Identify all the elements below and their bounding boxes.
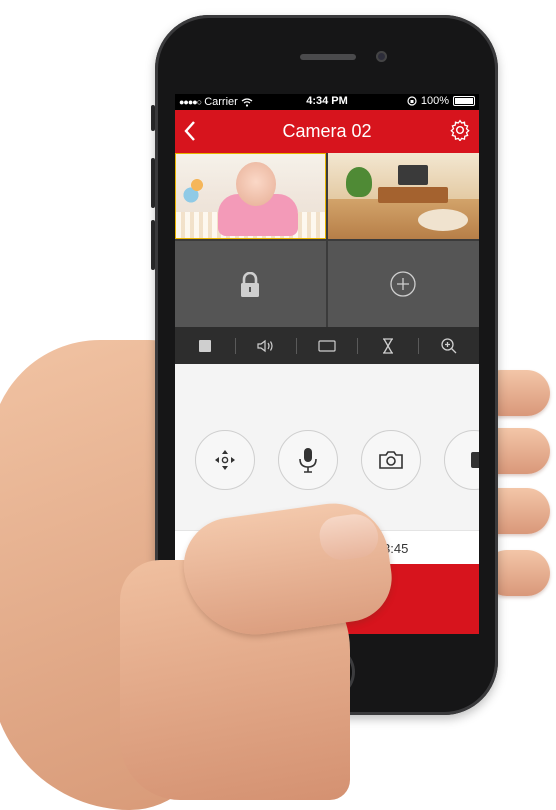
plus-circle-icon (390, 271, 416, 297)
speaker-icon (257, 339, 273, 352)
audio-button[interactable] (236, 327, 296, 364)
rectangle-icon (318, 339, 336, 352)
record-icon (471, 452, 479, 468)
talk-button[interactable] (278, 430, 338, 490)
rotation-lock-icon (407, 96, 417, 106)
camera-tile-add[interactable] (328, 241, 479, 327)
front-camera (376, 51, 387, 62)
camera-tile-baby[interactable] (175, 153, 326, 239)
microphone-icon (299, 448, 317, 473)
zoom-in-icon (441, 337, 457, 353)
status-bar: ●●●●○ Carrier 4:34 PM 100% (175, 94, 479, 110)
stop-button[interactable] (175, 327, 235, 364)
ptz-arrows-icon (215, 450, 235, 470)
camera-tile-locked[interactable] (175, 241, 326, 327)
page-title: Camera 02 (282, 121, 372, 141)
nav-bar: Camera 02 (175, 110, 479, 153)
ptz-button[interactable] (195, 430, 255, 490)
room-rug (418, 209, 468, 231)
stop-icon (199, 339, 211, 352)
zoom-button[interactable] (419, 327, 479, 364)
record-button[interactable] (444, 430, 479, 490)
fullscreen-button[interactable] (297, 327, 357, 364)
playback-toolbar (175, 327, 479, 364)
flip-button[interactable] (358, 327, 418, 364)
battery-percent: 100% (420, 95, 449, 107)
toy-mobile (182, 160, 212, 210)
room-cabinet (378, 187, 448, 203)
lock-icon (241, 272, 259, 297)
room-tv (398, 165, 428, 185)
snapshot-button[interactable] (361, 430, 421, 490)
camera-icon (379, 451, 403, 469)
camera-tile-living-room[interactable] (328, 153, 479, 239)
baby-head (236, 162, 276, 206)
gear-icon[interactable] (449, 119, 471, 141)
battery-icon (453, 96, 475, 106)
room-plant (346, 167, 372, 197)
hourglass-icon (383, 337, 393, 354)
camera-grid (175, 153, 479, 327)
phone-speaker (300, 54, 356, 60)
